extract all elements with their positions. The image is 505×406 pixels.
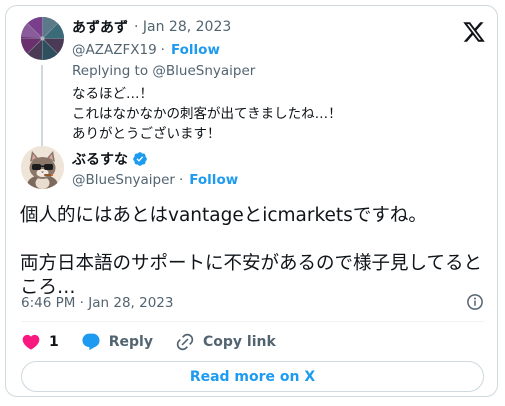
tweet-timestamp[interactable]: 6:46 PM · Jan 28, 2023 <box>21 295 174 311</box>
parent-handle[interactable]: @AZAZFX19 <box>72 42 157 58</box>
parent-handle-row: @AZAZFX19 · Follow <box>72 42 220 58</box>
actions-divider <box>21 321 484 322</box>
separator-dot: · <box>160 42 165 58</box>
like-count: 1 <box>49 334 59 350</box>
main-tweet-text: 個人的にはあとはvantageとicmarketsですね。 両方日本語のサポート… <box>20 204 490 300</box>
parent-text-line: なるほど…！ <box>72 86 153 102</box>
main-display-name[interactable]: ぶるすな <box>72 149 128 169</box>
paragraph-spacer <box>20 228 490 252</box>
parent-text-line: ありがとうございます！ <box>72 126 221 142</box>
parent-text-line: これはなかなかの刺客が出てきましたね…！ <box>72 106 342 122</box>
main-follow-link[interactable]: Follow <box>189 172 238 188</box>
parent-date[interactable]: · Jan 28, 2023 <box>134 19 231 35</box>
thread-connector-line <box>41 65 43 148</box>
heart-icon <box>21 332 41 352</box>
info-icon[interactable] <box>466 293 484 311</box>
verified-badge-icon <box>132 151 148 167</box>
embedded-tweet-card: あずあず · Jan 28, 2023 @AZAZFX19 · Follow R… <box>5 5 498 397</box>
x-logo-icon[interactable] <box>462 20 486 44</box>
like-button[interactable]: 1 <box>21 332 59 352</box>
reply-button[interactable]: Reply <box>81 332 153 352</box>
main-text-line: 両方日本語のサポートに不安があるので様子見してると <box>20 253 482 274</box>
parent-author-row: あずあず · Jan 28, 2023 <box>72 17 231 37</box>
separator-dot: · <box>178 172 184 188</box>
main-handle-row: @BlueSnyaiper · Follow <box>72 172 238 188</box>
tweet-actions-bar: 1 Reply Copy link <box>21 328 276 356</box>
parent-tweet-text: なるほど…！ これはなかなかの刺客が出てきましたね…！ ありがとうございます！ <box>72 84 342 144</box>
main-text-paragraph: 個人的にはあとはvantageとicmarketsですね。 <box>20 205 427 226</box>
parent-display-name[interactable]: あずあず <box>72 17 128 37</box>
link-icon <box>175 332 195 352</box>
replying-to-text: Replying to @BlueSnyaiper <box>72 63 256 79</box>
copy-link-button[interactable]: Copy link <box>175 332 276 352</box>
main-avatar[interactable] <box>21 146 64 189</box>
read-more-button[interactable]: Read more on X <box>21 361 484 392</box>
parent-avatar[interactable] <box>21 17 64 60</box>
main-author-row: ぶるすな <box>72 149 148 169</box>
copy-link-label: Copy link <box>202 334 276 350</box>
parent-follow-link[interactable]: Follow <box>171 42 220 58</box>
main-handle[interactable]: @BlueSnyaiper <box>72 172 175 188</box>
reply-label: Reply <box>108 334 153 350</box>
speech-bubble-icon <box>81 332 101 352</box>
